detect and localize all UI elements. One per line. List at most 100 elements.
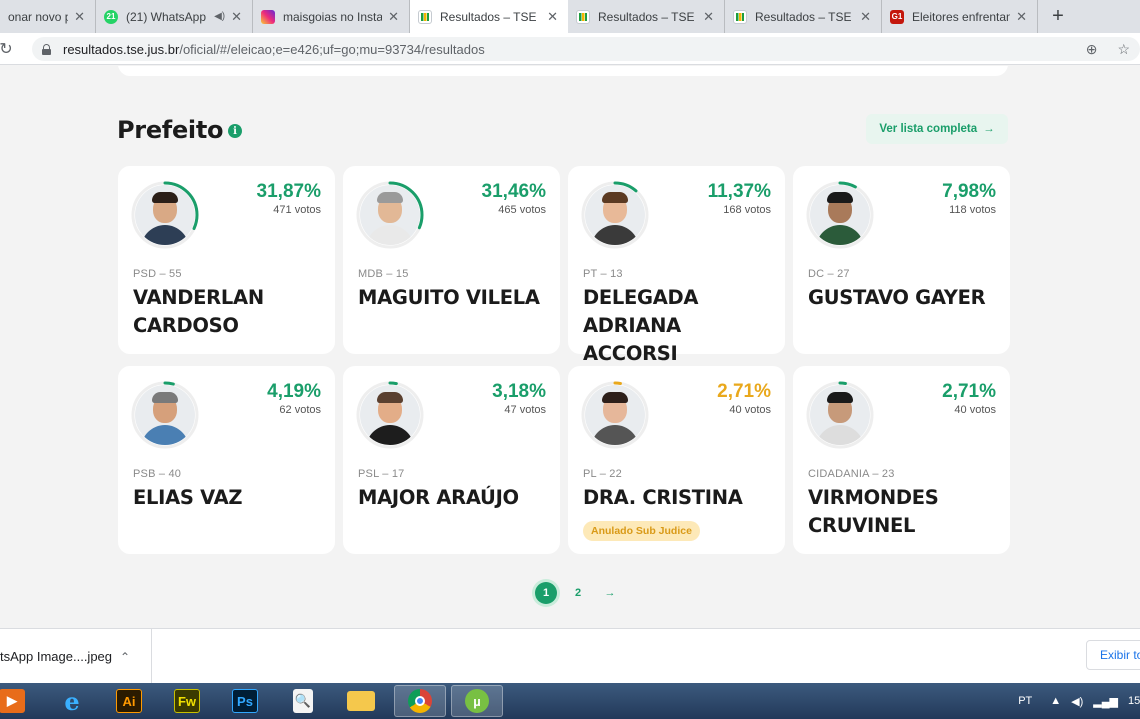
full-list-button[interactable]: Ver lista completa → xyxy=(866,114,1008,144)
party-number: PSL – 17 xyxy=(358,468,405,480)
url-field[interactable]: resultados.tse.jus.br/oficial/#/eleicao;… xyxy=(32,37,1140,61)
candidate-photo xyxy=(360,185,420,245)
close-tab-icon[interactable]: ✕ xyxy=(860,9,871,25)
avatar xyxy=(580,180,650,250)
vote-percentage: 2,71% xyxy=(942,381,996,402)
illustrator-icon[interactable]: Ai xyxy=(103,685,155,717)
close-tab-icon[interactable]: ✕ xyxy=(547,9,558,25)
document-search-icon[interactable]: 🔍 xyxy=(277,685,329,717)
whatsapp-icon: 21 xyxy=(104,9,118,24)
close-tab-icon[interactable]: ✕ xyxy=(74,9,85,25)
close-tab-icon[interactable]: ✕ xyxy=(388,9,399,25)
tab-resultados-3[interactable]: Resultados – TSE ✕ xyxy=(725,0,882,33)
close-tab-icon[interactable]: ✕ xyxy=(703,9,714,25)
vote-count: 168 votos xyxy=(723,204,771,216)
signal-icon[interactable]: ▂▄▆ xyxy=(1093,695,1118,708)
speaker-icon[interactable]: ◀) xyxy=(214,11,225,22)
info-icon[interactable]: i xyxy=(228,124,242,138)
avatar xyxy=(805,180,875,250)
candidate-card[interactable]: 31,46% 465 votos MDB – 15 MAGUITO VILELA xyxy=(343,166,560,354)
close-tab-icon[interactable]: ✕ xyxy=(231,9,242,25)
candidate-name: MAGUITO VILELA xyxy=(358,286,540,309)
page-2-button[interactable]: 2 xyxy=(567,582,589,604)
tab-title: maisgoias no Instag xyxy=(283,9,383,24)
g1-icon: G1 xyxy=(890,9,904,24)
vote-count: 47 votos xyxy=(504,404,546,416)
star-icon[interactable]: ☆ xyxy=(1117,41,1130,58)
vote-percentage: 11,37% xyxy=(707,181,771,202)
file-explorer-icon[interactable] xyxy=(335,685,387,717)
taskbar: ▶ e Ai Fw Ps 🔍 µ PT ▲ ◀) ▂▄▆ 15 xyxy=(0,683,1140,719)
avatar xyxy=(130,180,200,250)
arrow-right-icon: → xyxy=(983,123,995,135)
url-host: resultados.tse.jus.br xyxy=(63,41,180,57)
tse-icon xyxy=(576,9,590,24)
previous-section-card xyxy=(118,66,1008,76)
vote-count: 62 votos xyxy=(279,404,321,416)
candidate-card[interactable]: 7,98% 118 votos DC – 27 GUSTAVO GAYER xyxy=(793,166,1010,354)
results-page: Prefeito i Ver lista completa → 1 2 → 31… xyxy=(0,66,1140,628)
candidate-card[interactable]: 4,19% 62 votos PSB – 40 ELIAS VAZ xyxy=(118,366,335,554)
reload-icon[interactable]: ↻ xyxy=(0,39,18,59)
party-number: DC – 27 xyxy=(808,268,850,280)
party-number: PSB – 40 xyxy=(133,468,182,480)
candidate-photo xyxy=(810,385,870,445)
tab-resultados-active[interactable]: Resultados – TSE ✕ xyxy=(410,0,568,33)
candidate-photo xyxy=(135,385,195,445)
candidate-card[interactable]: 11,37% 168 votos PT – 13 DELEGADA ADRIAN… xyxy=(568,166,785,365)
tab-title: Resultados – TSE xyxy=(755,9,852,24)
vote-percentage: 3,18% xyxy=(492,381,546,402)
candidate-name: DRA. CRISTINA xyxy=(583,486,743,509)
party-number: MDB – 15 xyxy=(358,268,409,280)
volume-icon[interactable]: ◀) xyxy=(1071,695,1083,708)
candidate-card[interactable]: 2,71% 40 votos PL – 22 DRA. CRISTINA Anu… xyxy=(568,366,785,554)
vote-percentage: 4,19% xyxy=(267,381,321,402)
candidate-card[interactable]: 3,18% 47 votos PSL – 17 MAJOR ARAÚJO xyxy=(343,366,560,554)
candidate-name: GUSTAVO GAYER xyxy=(808,286,986,309)
tab-whatsapp[interactable]: 21 (21) WhatsApp ◀) ✕ xyxy=(96,0,253,33)
full-list-label: Ver lista completa xyxy=(879,123,978,135)
candidate-card[interactable]: 31,87% 471 votos PSD – 55 VANDERLAN CARD… xyxy=(118,166,335,354)
url-path: /oficial/#/eleicao;e=e426;uf=go;mu=93734… xyxy=(179,41,485,57)
vote-count: 40 votos xyxy=(954,404,996,416)
chrome-icon[interactable] xyxy=(394,685,446,717)
utorrent-icon[interactable]: µ xyxy=(451,685,503,717)
close-tab-icon[interactable]: ✕ xyxy=(1016,9,1027,25)
tab-title: Resultados – TSE xyxy=(598,9,695,24)
photoshop-icon[interactable]: Ps xyxy=(219,685,271,717)
add-icon[interactable]: ⊕ xyxy=(1086,41,1098,58)
candidate-card[interactable]: 2,71% 40 votos CIDADANIA – 23 VIRMONDES … xyxy=(793,366,1010,554)
next-page-icon[interactable]: → xyxy=(599,582,621,604)
candidate-photo xyxy=(585,385,645,445)
internet-explorer-icon[interactable]: e xyxy=(46,685,98,717)
tab-title: onar novo pos xyxy=(8,9,69,24)
tab-instagram[interactable]: maisgoias no Instag ✕ xyxy=(253,0,410,33)
lock-icon[interactable] xyxy=(42,43,51,55)
avatar xyxy=(805,380,875,450)
candidate-name: DELEGADA ADRIANA ACCORSI xyxy=(583,286,699,365)
status-badge: Anulado Sub Judice xyxy=(583,521,700,541)
page-1-button[interactable]: 1 xyxy=(535,582,557,604)
vote-count: 40 votos xyxy=(729,404,771,416)
candidate-photo xyxy=(585,185,645,245)
candidate-photo xyxy=(135,185,195,245)
candidate-name: ELIAS VAZ xyxy=(133,486,243,509)
new-tab-button[interactable]: + xyxy=(1038,0,1078,33)
show-all-button[interactable]: Exibir to xyxy=(1086,640,1140,670)
download-item[interactable]: tsApp Image....jpeg ⌃ xyxy=(0,629,152,684)
tab-title: (21) WhatsApp xyxy=(126,9,207,24)
system-tray: PT ▲ ◀) ▂▄▆ 15 xyxy=(1018,683,1140,719)
tab-resultados-2[interactable]: Resultados – TSE ✕ xyxy=(568,0,725,33)
chevron-up-icon[interactable]: ⌃ xyxy=(120,650,130,664)
tab-1[interactable]: onar novo pos ✕ xyxy=(0,0,96,33)
avatar xyxy=(130,380,200,450)
clock[interactable]: 15 xyxy=(1128,695,1140,707)
fireworks-icon[interactable]: Fw xyxy=(161,685,213,717)
chevron-up-icon[interactable]: ▲ xyxy=(1050,695,1061,707)
media-player-icon[interactable]: ▶ xyxy=(0,685,38,717)
tab-title: Eleitores enfrentam xyxy=(912,9,1011,24)
language-indicator[interactable]: PT xyxy=(1018,695,1032,707)
candidate-photo xyxy=(360,385,420,445)
tab-g1[interactable]: G1 Eleitores enfrentam ✕ xyxy=(882,0,1038,33)
party-number: PT – 13 xyxy=(583,268,623,280)
